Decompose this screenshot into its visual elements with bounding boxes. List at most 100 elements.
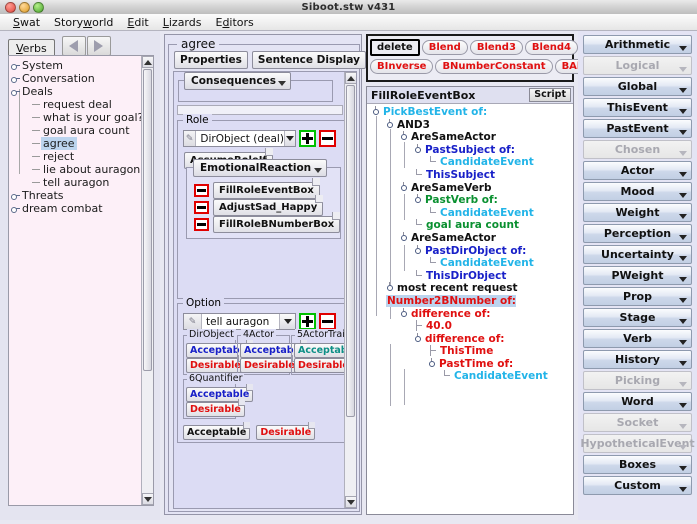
- tree-expand-icon[interactable]: [11, 191, 20, 200]
- delete-button[interactable]: delete: [370, 39, 420, 56]
- role-combo[interactable]: ✎ DirObject (deal): [183, 130, 296, 147]
- tree-expand-icon[interactable]: [372, 106, 382, 116]
- palette-button-uncertainty[interactable]: Uncertainty: [583, 245, 692, 264]
- tree-expand-icon[interactable]: [11, 74, 20, 83]
- tree-expand-icon[interactable]: [414, 332, 424, 343]
- emotional-reaction-dropdown[interactable]: EmotionalReaction: [193, 159, 328, 177]
- script-tree-item[interactable]: goal aura count: [367, 219, 573, 232]
- palette-button-actor[interactable]: Actor: [583, 161, 692, 180]
- menu-editors[interactable]: Editors: [208, 15, 260, 30]
- script-tree-item[interactable]: ThisDirObject: [367, 269, 573, 283]
- palette-button-mood[interactable]: Mood: [583, 182, 692, 201]
- tree-expand-icon[interactable]: [400, 307, 410, 318]
- tree-leaf-icon[interactable]: [414, 269, 425, 280]
- verbs-tree-item[interactable]: Deals: [11, 85, 141, 98]
- verbs-tree-item[interactable]: tell auragon: [11, 176, 141, 189]
- scroll-down-icon[interactable]: [345, 496, 356, 508]
- script-tree-item[interactable]: 40.0: [367, 320, 573, 333]
- palette-button-pweight[interactable]: PWeight: [583, 266, 692, 285]
- reaction-label-2[interactable]: FillRoleBNumberBox: [213, 212, 341, 233]
- tree-leaf-icon[interactable]: [414, 219, 425, 229]
- menu-swat[interactable]: Swat: [6, 15, 47, 30]
- verbs-tree-item[interactable]: reject: [11, 150, 141, 163]
- tree-branch-icon[interactable]: [414, 320, 425, 332]
- script-tree-item[interactable]: PastVerb of:: [367, 194, 573, 207]
- verbs-tree-item[interactable]: agree: [11, 137, 141, 150]
- script-tree-item[interactable]: PastSubject of:: [367, 143, 573, 157]
- sentence-display-button[interactable]: Sentence Display: [251, 51, 366, 69]
- verbs-tree[interactable]: System Conversation Deals request deal what …: [8, 55, 154, 506]
- tree-expand-icon[interactable]: [11, 87, 20, 96]
- reaction-item-1[interactable]: AdjustSad_Happy: [194, 195, 324, 216]
- footer-acceptable-button[interactable]: Acceptable: [183, 422, 251, 440]
- option-combo[interactable]: ✎ tell auragon: [183, 313, 296, 330]
- tree-leaf-icon[interactable]: [428, 257, 439, 267]
- verbs-tree-item[interactable]: request deal: [11, 98, 141, 111]
- chevron-down-icon[interactable]: [679, 277, 687, 282]
- remove-icon[interactable]: [194, 218, 209, 231]
- chevron-down-icon[interactable]: [679, 466, 687, 471]
- tree-expand-icon[interactable]: [386, 118, 396, 129]
- quantifier6-desirable-button[interactable]: Desirable: [186, 399, 245, 417]
- remove-role-button[interactable]: [319, 130, 336, 147]
- palette-button-custom[interactable]: Custom: [583, 476, 692, 495]
- option-combo-chevron-down-icon[interactable]: [279, 314, 295, 329]
- scroll-up-icon[interactable]: [345, 72, 356, 84]
- add-role-button[interactable]: [299, 130, 316, 147]
- palette-button-word[interactable]: Word: [583, 392, 692, 411]
- remove-option-button[interactable]: [319, 313, 336, 330]
- tree-expand-icon[interactable]: [414, 194, 424, 204]
- chevron-down-icon[interactable]: [679, 256, 687, 261]
- script-tree-item[interactable]: CandidateEvent: [367, 257, 573, 270]
- tree-expand-icon[interactable]: [428, 357, 438, 368]
- script-tree-item[interactable]: AND3: [367, 118, 573, 132]
- script-tree-item[interactable]: ThisTime: [367, 345, 573, 358]
- menu-lizards[interactable]: Lizards: [156, 15, 209, 30]
- scrollbar-thumb[interactable]: [346, 85, 355, 417]
- palette-button-thisevent[interactable]: ThisEvent: [583, 98, 692, 117]
- verbs-tree-item[interactable]: what is your goal?: [11, 111, 143, 124]
- reaction-item-0[interactable]: FillRoleEventBox: [194, 178, 320, 199]
- script-tree-item[interactable]: difference of:: [367, 332, 573, 346]
- tree-leaf-icon[interactable]: [31, 139, 43, 148]
- properties-button[interactable]: Properties: [174, 51, 248, 69]
- chevron-down-icon[interactable]: [679, 235, 687, 240]
- palette-button-history[interactable]: History: [583, 350, 692, 369]
- tree-leaf-icon[interactable]: [414, 168, 425, 179]
- chevron-down-icon[interactable]: [679, 361, 687, 366]
- tree-leaf-icon[interactable]: [31, 100, 43, 109]
- tree-leaf-icon[interactable]: [31, 178, 43, 187]
- tree-expand-icon[interactable]: [400, 181, 410, 192]
- chevron-down-icon[interactable]: [679, 46, 687, 51]
- script-tree-item[interactable]: most recent request: [367, 282, 573, 295]
- palette-button-verb[interactable]: Verb: [583, 329, 692, 348]
- chevron-down-icon[interactable]: [679, 403, 687, 408]
- verbs-tree-item[interactable]: dream combat: [11, 202, 141, 215]
- chevron-down-icon[interactable]: [679, 319, 687, 324]
- palette-button-arithmetic[interactable]: Arithmetic: [583, 35, 692, 54]
- script-tree-item[interactable]: CandidateEvent: [367, 370, 573, 383]
- chevron-down-icon[interactable]: [679, 340, 687, 345]
- token-blend4-button[interactable]: Blend4: [524, 40, 578, 55]
- back-button[interactable]: [61, 36, 86, 56]
- reaction-label-1[interactable]: AdjustSad_Happy: [213, 195, 324, 216]
- tree-leaf-icon[interactable]: [31, 113, 43, 122]
- script-tree-item[interactable]: Number2BNumber of:: [367, 294, 573, 308]
- tree-expand-icon[interactable]: [414, 143, 424, 154]
- agree-scrollbar[interactable]: [344, 72, 356, 508]
- footer-desirable-button[interactable]: Desirable: [256, 422, 316, 440]
- script-tree-item[interactable]: ThisSubject: [367, 168, 573, 182]
- palette-button-stage[interactable]: Stage: [583, 308, 692, 327]
- token-blend-button[interactable]: Blend: [421, 40, 468, 55]
- consequences-dropdown[interactable]: Consequences: [184, 72, 291, 90]
- tree-expand-icon[interactable]: [400, 231, 410, 242]
- verbs-tree-item[interactable]: System: [11, 59, 141, 72]
- role-combo-chevron-down-icon[interactable]: [283, 131, 295, 146]
- script-tree-item[interactable]: PickBestEvent of:: [367, 106, 573, 119]
- script-tree-item[interactable]: CandidateEvent: [367, 206, 573, 220]
- tree-branch-icon[interactable]: [428, 345, 439, 357]
- chevron-down-icon[interactable]: [679, 487, 687, 492]
- reaction-item-2[interactable]: FillRoleBNumberBox: [194, 212, 341, 233]
- chevron-down-icon[interactable]: [679, 172, 687, 177]
- pencil-icon[interactable]: ✎: [184, 314, 202, 329]
